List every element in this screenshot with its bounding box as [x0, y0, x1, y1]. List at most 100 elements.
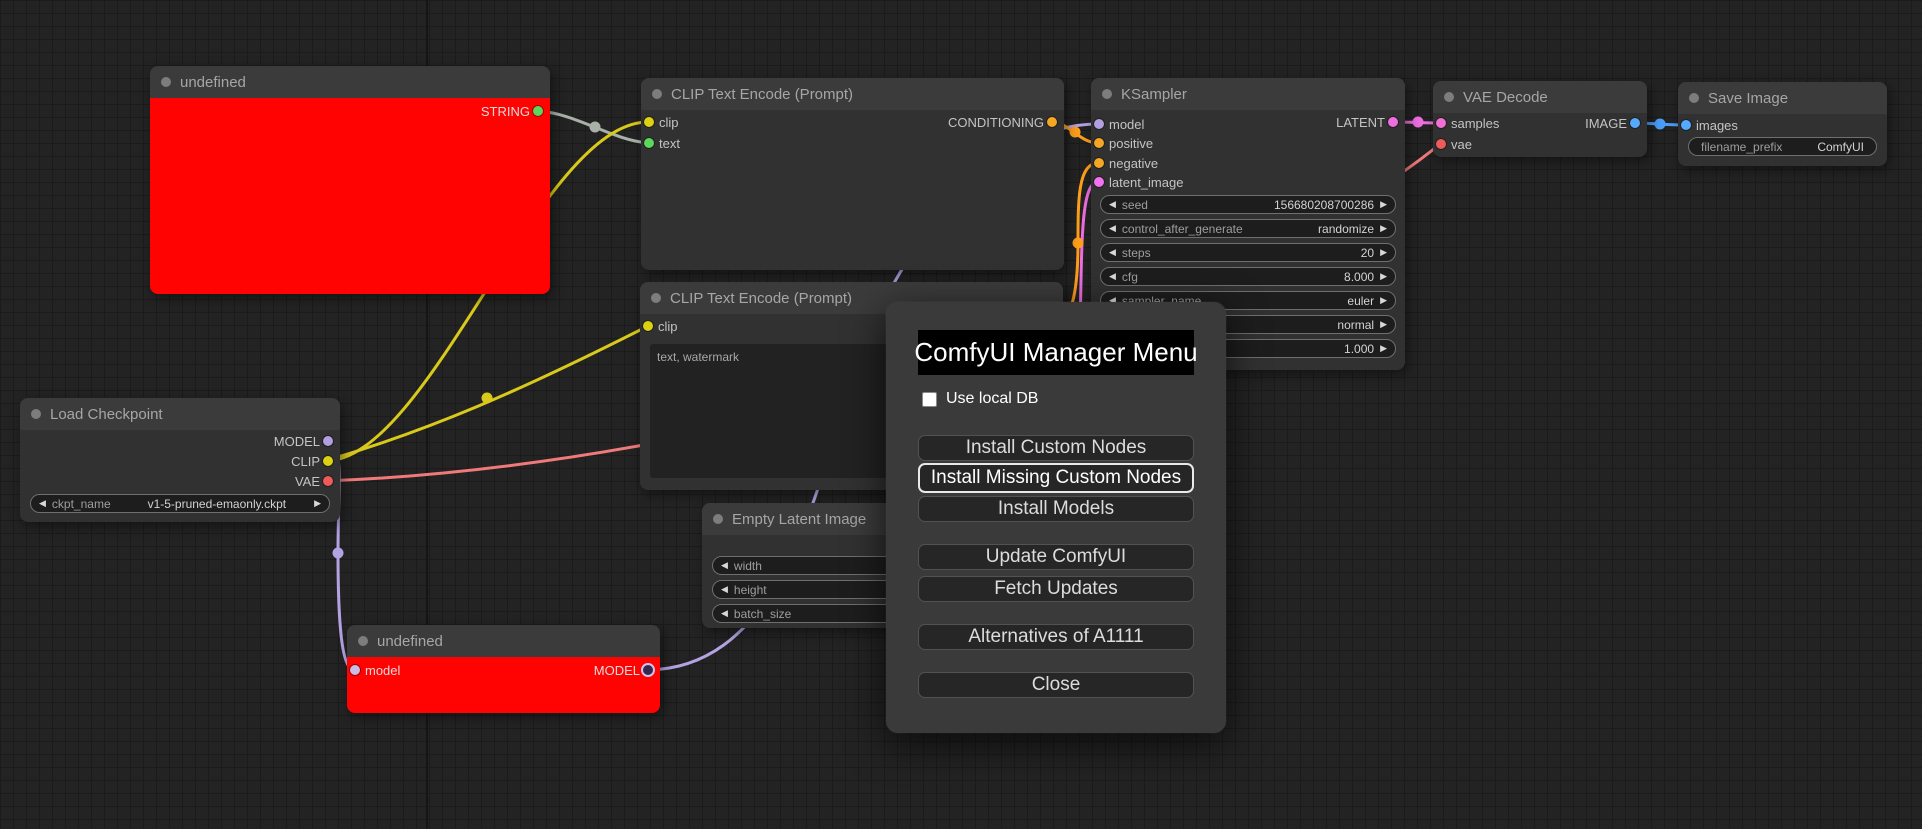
node-vae-decode[interactable]: VAE Decode samples vae IMAGE [1433, 81, 1647, 157]
update-comfyui-button[interactable]: Update ComfyUI [918, 544, 1194, 570]
fetch-updates-button[interactable]: Fetch Updates [918, 576, 1194, 602]
increment-icon[interactable]: ▶ [1380, 224, 1387, 233]
widget-seed[interactable]: ◀ seed 156680208700286 ▶ [1100, 195, 1396, 214]
decrement-icon[interactable]: ◀ [721, 561, 728, 570]
alternatives-a1111-button[interactable]: Alternatives of A1111 [918, 624, 1194, 650]
node-load-checkpoint[interactable]: Load Checkpoint MODEL CLIP VAE ◀ ckpt_na… [20, 398, 340, 522]
collapse-dot-icon[interactable] [161, 77, 171, 87]
install-models-button[interactable]: Install Models [918, 496, 1194, 522]
node-title: CLIP Text Encode (Prompt) [671, 85, 854, 103]
output-label: STRING [480, 103, 530, 119]
reroute-dot[interactable] [1069, 126, 1081, 138]
reroute-dot[interactable] [1412, 116, 1424, 128]
input-label: latent_image [1109, 174, 1184, 190]
increment-icon[interactable]: ▶ [1380, 272, 1387, 281]
node-title: VAE Decode [1463, 88, 1548, 106]
decrement-icon[interactable]: ◀ [39, 499, 46, 508]
decrement-icon[interactable]: ◀ [721, 609, 728, 618]
output-port-latent[interactable] [1388, 117, 1398, 127]
reroute-dot[interactable] [481, 392, 493, 404]
widget-filename-prefix[interactable]: filename_prefix ComfyUI [1688, 137, 1877, 156]
input-port-positive[interactable] [1094, 138, 1104, 148]
output-port-model[interactable] [323, 436, 333, 446]
output-label: MODEL [593, 662, 640, 678]
input-port-clip[interactable] [643, 321, 653, 331]
use-local-db-checkbox[interactable] [922, 391, 937, 407]
increment-icon[interactable]: ▶ [1380, 200, 1387, 209]
decrement-icon[interactable]: ◀ [1109, 200, 1116, 209]
collapse-dot-icon[interactable] [713, 514, 723, 524]
output-label: IMAGE [1585, 115, 1627, 131]
output-port-clip[interactable] [323, 456, 333, 466]
node-header[interactable]: Save Image [1678, 82, 1887, 114]
input-label: text [659, 135, 680, 151]
widget-control-after-generate[interactable]: ◀ control_after_generate randomize ▶ [1100, 219, 1396, 238]
output-port-model[interactable] [643, 665, 653, 675]
node-header[interactable]: VAE Decode [1433, 81, 1647, 113]
input-port-negative[interactable] [1094, 158, 1104, 168]
reroute-dot[interactable] [589, 121, 601, 133]
reroute-dot[interactable] [332, 547, 344, 559]
increment-icon[interactable]: ▶ [1380, 344, 1387, 353]
widget-cfg[interactable]: ◀ cfg 8.000 ▶ [1100, 267, 1396, 286]
node-title: Load Checkpoint [50, 405, 163, 423]
input-label: images [1696, 117, 1738, 133]
node-title: undefined [377, 632, 443, 650]
close-button[interactable]: Close [918, 672, 1194, 698]
install-custom-nodes-button[interactable]: Install Custom Nodes [918, 435, 1194, 461]
node-title: CLIP Text Encode (Prompt) [670, 289, 853, 307]
node-header[interactable]: KSampler [1091, 78, 1405, 110]
node-clip-text-encode-top[interactable]: CLIP Text Encode (Prompt) clip text COND… [641, 78, 1064, 270]
output-port-conditioning[interactable] [1047, 117, 1057, 127]
node-header[interactable]: Load Checkpoint [20, 398, 340, 430]
node-undefined-bottom[interactable]: undefined model MODEL [347, 625, 660, 713]
node-title: Save Image [1708, 89, 1789, 107]
collapse-dot-icon[interactable] [31, 409, 41, 419]
comfyui-canvas[interactable]: undefined STRING CLIP Text Encode (Promp… [0, 0, 1922, 829]
use-local-db-row[interactable]: Use local DB [922, 390, 1038, 408]
output-label: CONDITIONING [947, 114, 1044, 130]
input-label: negative [1109, 155, 1159, 171]
increment-icon[interactable]: ▶ [1380, 296, 1387, 305]
decrement-icon[interactable]: ◀ [1109, 224, 1116, 233]
increment-icon[interactable]: ▶ [1380, 320, 1387, 329]
input-port-text[interactable] [644, 138, 654, 148]
output-label: LATENT [1336, 114, 1385, 130]
collapse-dot-icon[interactable] [1102, 89, 1112, 99]
node-title: KSampler [1121, 85, 1187, 103]
decrement-icon[interactable]: ◀ [1109, 272, 1116, 281]
collapse-dot-icon[interactable] [1444, 92, 1454, 102]
increment-icon[interactable]: ▶ [1380, 248, 1387, 257]
increment-icon[interactable]: ▶ [314, 499, 321, 508]
node-title: undefined [180, 73, 246, 91]
install-missing-custom-nodes-button[interactable]: Install Missing Custom Nodes [918, 463, 1194, 493]
output-port-image[interactable] [1630, 118, 1640, 128]
node-header[interactable]: undefined [347, 625, 660, 657]
collapse-dot-icon[interactable] [651, 293, 661, 303]
input-label: clip [658, 318, 678, 334]
collapse-dot-icon[interactable] [652, 89, 662, 99]
node-header[interactable]: CLIP Text Encode (Prompt) [641, 78, 1064, 110]
input-port-latent-image[interactable] [1094, 177, 1104, 187]
input-port-vae[interactable] [1436, 139, 1446, 149]
comfyui-manager-dialog: ComfyUI Manager Menu Use local DB Instal… [886, 302, 1226, 733]
node-header[interactable]: undefined [150, 66, 550, 98]
input-label: positive [1109, 135, 1154, 151]
collapse-dot-icon[interactable] [358, 636, 368, 646]
decrement-icon[interactable]: ◀ [721, 585, 728, 594]
node-undefined-top[interactable]: undefined STRING [150, 66, 550, 294]
decrement-icon[interactable]: ◀ [1109, 248, 1116, 257]
output-port-vae[interactable] [323, 476, 333, 486]
output-label: CLIP [291, 453, 320, 469]
widget-ckpt-name[interactable]: ◀ ckpt_name v1-5-pruned-emaonly.ckpt ▶ [30, 494, 330, 513]
reroute-dot[interactable] [1654, 118, 1666, 130]
output-port-string[interactable] [533, 106, 543, 116]
collapse-dot-icon[interactable] [1689, 93, 1699, 103]
widget-steps[interactable]: ◀ steps 20 ▶ [1100, 243, 1396, 262]
input-port-images[interactable] [1681, 120, 1691, 130]
input-label: vae [1451, 136, 1472, 152]
node-error-body [150, 98, 550, 294]
reroute-dot[interactable] [1072, 237, 1084, 249]
output-label: VAE [294, 473, 320, 489]
node-save-image[interactable]: Save Image images filename_prefix ComfyU… [1678, 82, 1887, 166]
